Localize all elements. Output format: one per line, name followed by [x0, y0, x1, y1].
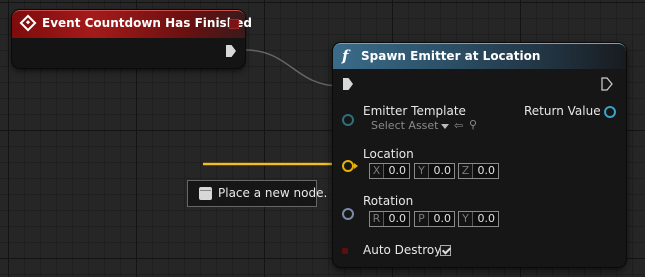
delegate-output-pin[interactable]: [229, 19, 239, 29]
axis-label: Y: [415, 164, 429, 178]
location-pin[interactable]: [342, 160, 358, 172]
return-value-label: Return Value: [524, 104, 601, 118]
spawn-node-header[interactable]: f Spawn Emitter at Location: [333, 43, 626, 69]
axis-label: Y: [459, 212, 473, 226]
axis-label: Z: [459, 164, 473, 178]
rotation-pin[interactable]: [342, 208, 354, 220]
location-x-value: 0.0: [388, 164, 407, 177]
return-value-pin[interactable]: [604, 106, 616, 118]
event-node-title: Event Countdown Has Finished: [42, 16, 252, 30]
select-asset-dropdown[interactable]: Select Asset: [371, 119, 449, 132]
emitter-template-label: Emitter Template: [363, 104, 466, 118]
node-icon: [199, 187, 212, 200]
auto-destroy-checkbox[interactable]: [440, 245, 451, 256]
exec-input-pin[interactable]: [343, 78, 353, 90]
axis-label: R: [370, 212, 384, 226]
location-z-field[interactable]: Z 0.0: [458, 163, 499, 179]
location-z-value: 0.0: [477, 164, 496, 177]
select-asset-label: Select Asset: [371, 119, 439, 132]
rotation-roll-value: 0.0: [388, 212, 407, 225]
rotation-label: Rotation: [363, 194, 414, 208]
exec-output-pin-hollow[interactable]: [601, 77, 613, 91]
spawn-node-title: Spawn Emitter at Location: [361, 49, 541, 63]
rotation-yaw-field[interactable]: Y 0.0: [458, 211, 499, 227]
event-diamond-icon: [19, 14, 37, 32]
location-y-field[interactable]: Y 0.0: [414, 163, 455, 179]
rotation-pitch-field[interactable]: P 0.0: [414, 211, 455, 227]
auto-destroy-label: Auto Destroy: [363, 243, 442, 257]
location-x-field[interactable]: X 0.0: [369, 163, 410, 179]
auto-destroy-pin[interactable]: [342, 248, 348, 254]
rotation-yaw-value: 0.0: [477, 212, 496, 225]
exec-wire: [244, 49, 341, 87]
emitter-template-pin[interactable]: [342, 114, 354, 126]
function-icon: f: [342, 47, 349, 65]
axis-label: P: [415, 212, 429, 226]
rotation-roll-field[interactable]: R 0.0: [369, 211, 410, 227]
axis-label: X: [370, 164, 384, 178]
location-label: Location: [363, 147, 414, 161]
event-countdown-finished-node[interactable]: Event Countdown Has Finished: [12, 10, 252, 68]
place-node-tooltip: Place a new node.: [187, 180, 327, 207]
event-node-header[interactable]: Event Countdown Has Finished: [12, 10, 252, 38]
tooltip-text: Place a new node.: [218, 186, 328, 200]
browse-search-icon[interactable]: ⚲: [469, 118, 477, 131]
exec-output-pin[interactable]: [226, 45, 236, 57]
spawn-emitter-at-location-node[interactable]: f Spawn Emitter at Location Emitter Temp…: [333, 43, 626, 267]
rotation-pitch-value: 0.0: [433, 212, 452, 225]
use-selected-arrow-icon[interactable]: ⇦: [454, 119, 463, 132]
dropdown-arrow-icon: [440, 123, 449, 129]
location-y-value: 0.0: [433, 164, 452, 177]
